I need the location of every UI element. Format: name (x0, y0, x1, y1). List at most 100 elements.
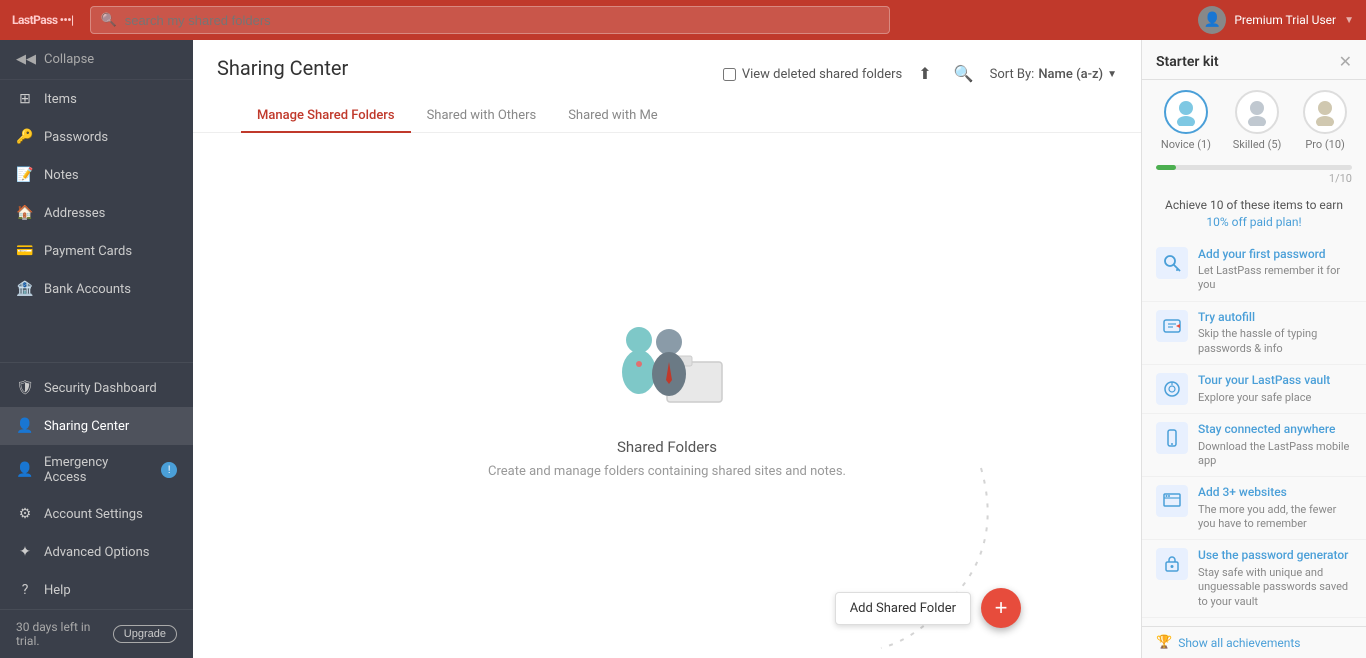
close-icon[interactable]: ✕ (1339, 52, 1352, 71)
upgrade-button[interactable]: Upgrade (113, 625, 177, 643)
panel-item-first-password[interactable]: Add your first password Let LastPass rem… (1142, 239, 1366, 302)
sidebar-item-all-items[interactable]: ⊞ Items (0, 80, 193, 118)
view-deleted-checkbox[interactable] (723, 68, 736, 81)
shared-folders-illustration (597, 312, 737, 422)
search-input[interactable] (125, 13, 879, 28)
sidebar-item-label: Items (44, 92, 77, 107)
item-text: Use the password generator Stay safe wit… (1198, 548, 1352, 608)
content-area: Sharing Center View deleted shared folde… (193, 40, 1141, 658)
sidebar-item-label: Payment Cards (44, 244, 132, 259)
panel-item-tour-vault[interactable]: Tour your LastPass vault Explore your sa… (1142, 365, 1366, 414)
tab-shared-with-me[interactable]: Shared with Me (552, 100, 674, 133)
sort-control[interactable]: Sort By: Name (a-z) ▼ (990, 67, 1117, 82)
sidebar-item-addresses[interactable]: 🏠 Addresses (0, 194, 193, 232)
sidebar-item-payment-cards[interactable]: 💳 Payment Cards (0, 232, 193, 270)
sidebar-item-emergency-access[interactable]: 👤 Emergency Access ! (0, 445, 193, 495)
collapse-button[interactable]: ◀◀ Collapse (0, 40, 193, 80)
sidebar-item-label: Help (44, 583, 71, 598)
sidebar-item-label: Security Dashboard (44, 381, 157, 396)
share-icon: 👤 (16, 417, 34, 435)
user-menu[interactable]: 👤 Premium Trial User ▼ (1198, 6, 1354, 34)
empty-state: Shared Folders Create and manage folders… (488, 312, 846, 479)
sidebar-item-security-dashboard[interactable]: 🛡 Security Dashboard (0, 369, 193, 407)
generator-icon (1156, 548, 1188, 580)
sidebar-item-passwords[interactable]: 🔑 Passwords (0, 118, 193, 156)
sidebar-item-label: Advanced Options (44, 545, 149, 560)
export-button[interactable]: ⬆ (912, 60, 937, 88)
key-icon: 🔑 (16, 128, 34, 146)
sidebar: ◀◀ Collapse ⊞ Items 🔑 Passwords 📝 Notes … (0, 40, 193, 658)
key-icon (1156, 247, 1188, 279)
avatar: 👤 (1198, 6, 1226, 34)
level-pro: Pro (10) (1303, 90, 1347, 151)
sort-value: Name (a-z) (1038, 67, 1103, 82)
web-icon (1156, 485, 1188, 517)
topnav: LastPass•••| 🔍 👤 Premium Trial User ▼ (0, 0, 1366, 40)
panel-items-list[interactable]: Add your first password Let LastPass rem… (1142, 235, 1366, 626)
tab-shared-with-others[interactable]: Shared with Others (411, 100, 553, 133)
progress-bar-fill (1156, 165, 1176, 170)
sidebar-item-label: Emergency Access (44, 455, 151, 485)
sidebar-item-label: Passwords (44, 130, 108, 145)
logo: LastPass•••| (12, 13, 74, 27)
progress-text: 1/10 (1156, 172, 1352, 185)
skilled-circle (1235, 90, 1279, 134)
grid-icon: ⊞ (16, 90, 34, 108)
search-bar[interactable]: 🔍 (90, 6, 890, 34)
panel-item-share-password[interactable]: Share a password Safely share your strea… (1142, 618, 1366, 626)
collapse-label: Collapse (44, 52, 94, 67)
tab-manage-shared-folders[interactable]: Manage Shared Folders (241, 100, 411, 133)
panel-item-stay-connected[interactable]: Stay connected anywhere Download the Las… (1142, 414, 1366, 477)
skilled-label: Skilled (5) (1233, 138, 1282, 151)
sidebar-item-label: Addresses (44, 206, 105, 221)
sidebar-item-account-settings[interactable]: ⚙ Account Settings (0, 495, 193, 533)
search-button[interactable]: 🔍 (948, 60, 980, 88)
vault-icon (1156, 373, 1188, 405)
shield-icon: 🛡 (16, 379, 34, 397)
level-skilled: Skilled (5) (1233, 90, 1282, 151)
sidebar-item-label: Account Settings (44, 507, 143, 522)
trial-text: 30 days left in trial. (16, 620, 105, 648)
sort-label: Sort By: (990, 67, 1035, 82)
novice-label: Novice (1) (1161, 138, 1211, 151)
empty-description: Create and manage folders containing sha… (488, 464, 846, 479)
add-shared-folder-button[interactable]: + (981, 588, 1021, 628)
add-folder-area: Add Shared Folder + (835, 588, 1021, 628)
sidebar-item-advanced-options[interactable]: ✦ Advanced Options (0, 533, 193, 571)
panel-item-add-websites[interactable]: Add 3+ websites The more you add, the fe… (1142, 477, 1366, 540)
level-novice: Novice (1) (1161, 90, 1211, 151)
page-title: Sharing Center (217, 56, 348, 80)
panel-title: Starter kit (1156, 54, 1219, 70)
sidebar-item-notes[interactable]: 📝 Notes (0, 156, 193, 194)
view-deleted-label[interactable]: View deleted shared folders (723, 67, 902, 82)
sidebar-item-bank-accounts[interactable]: 🏦 Bank Accounts (0, 270, 193, 308)
content-body: Shared Folders Create and manage folders… (193, 133, 1141, 658)
trophy-icon: 🏆 (1156, 635, 1172, 650)
novice-circle (1164, 90, 1208, 134)
sidebar-item-sharing-center[interactable]: 👤 Sharing Center (0, 407, 193, 445)
tabs-bar: Manage Shared Folders Shared with Others… (217, 100, 1117, 132)
settings-icon: ⚙ (16, 505, 34, 523)
notes-icon: 📝 (16, 166, 34, 184)
pro-circle (1303, 90, 1347, 134)
add-folder-label: Add Shared Folder (835, 592, 971, 625)
sidebar-item-help[interactable]: ? Help (0, 571, 193, 609)
help-icon: ? (16, 581, 34, 599)
emergency-icon: 👤 (16, 461, 34, 479)
chevron-down-icon: ▼ (1344, 15, 1354, 26)
sidebar-trial-bar: 30 days left in trial. Upgrade (0, 609, 193, 658)
bank-icon: 🏦 (16, 280, 34, 298)
starter-kit-panel: Starter kit ✕ Novice (1) Skilled (5) (1141, 40, 1366, 658)
sidebar-item-label: Sharing Center (44, 419, 129, 434)
panel-item-autofill[interactable]: Try autofill Skip the hassle of typing p… (1142, 302, 1366, 365)
address-icon: 🏠 (16, 204, 34, 222)
item-text: Try autofill Skip the hassle of typing p… (1198, 310, 1352, 356)
progress-bar-bg (1156, 165, 1352, 170)
show-all-achievements-link[interactable]: Show all achievements (1178, 636, 1300, 650)
dotted-curve (821, 458, 1021, 658)
item-text: Stay connected anywhere Download the Las… (1198, 422, 1352, 468)
item-text: Add your first password Let LastPass rem… (1198, 247, 1352, 293)
card-icon: 💳 (16, 242, 34, 260)
sidebar-item-label: Notes (44, 168, 79, 183)
panel-item-password-generator[interactable]: Use the password generator Stay safe wit… (1142, 540, 1366, 617)
